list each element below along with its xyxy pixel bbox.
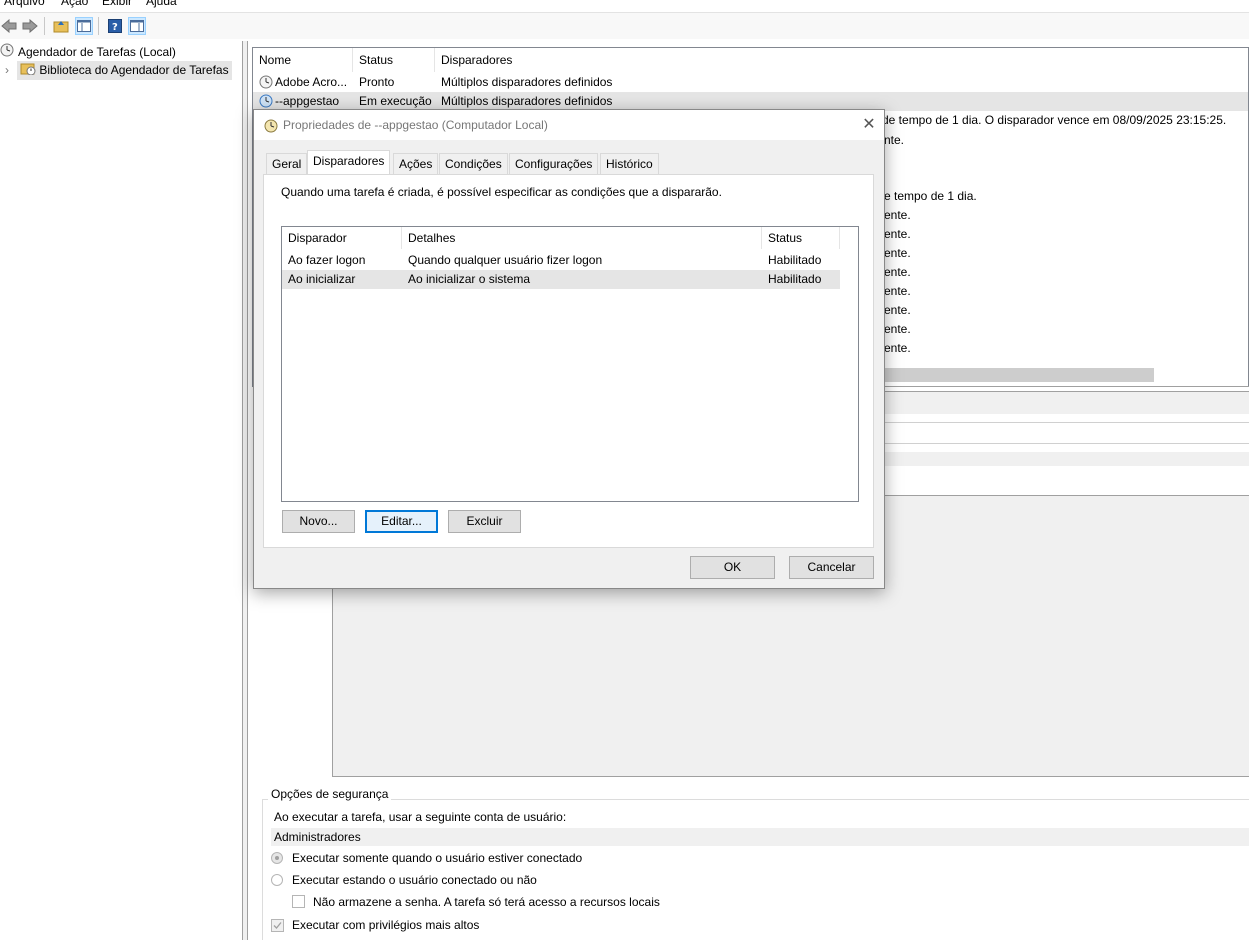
task-triggers: Múltiplos disparadores definidos bbox=[441, 75, 613, 89]
radio-logged-on[interactable] bbox=[271, 852, 283, 864]
trigger-status: Habilitado bbox=[768, 253, 822, 267]
bg-detail-line: ente. bbox=[884, 303, 911, 317]
tree-root-label: Agendador de Tarefas (Local) bbox=[18, 45, 176, 59]
menu-bar: Arquivo Ação Exibir Ajuda bbox=[0, 0, 1249, 8]
toolbar-separator bbox=[44, 17, 45, 35]
highest-privileges-label: Executar com privilégios mais altos bbox=[292, 918, 480, 932]
security-section-title: Opções de segurança bbox=[268, 785, 392, 803]
no-store-password-checkbox[interactable] bbox=[292, 895, 305, 908]
group-border bbox=[262, 799, 1249, 800]
forward-arrow-icon[interactable] bbox=[21, 17, 39, 35]
bg-detail-line: ente. bbox=[884, 322, 911, 336]
bg-detail-line: nte. bbox=[884, 133, 905, 147]
table-row[interactable]: Adobe Acro... Pronto Múltiplos disparado… bbox=[253, 73, 1248, 92]
column-header-details[interactable]: Detalhes bbox=[402, 227, 762, 249]
column-header-trigger[interactable]: Disparador bbox=[282, 227, 402, 249]
clock-icon bbox=[0, 43, 14, 62]
radio-any-label: Executar estando o usuário conectado ou … bbox=[292, 873, 537, 887]
menu-action[interactable]: Ação bbox=[61, 0, 88, 8]
tab-strip: Geral Disparadores Ações Condições Confi… bbox=[266, 150, 866, 175]
clock-icon bbox=[264, 119, 278, 136]
new-trigger-button[interactable]: Novo... bbox=[282, 510, 355, 533]
background-trigger-details: de tempo de 1 dia. O disparador vence em… bbox=[860, 113, 1249, 373]
trigger-status: Habilitado bbox=[768, 272, 822, 286]
task-name: Adobe Acro... bbox=[275, 75, 348, 89]
tab-general[interactable]: Geral bbox=[266, 153, 308, 174]
radio-logged-on-label: Executar somente quando o usuário estive… bbox=[292, 851, 583, 865]
tree-item-root[interactable]: Agendador de Tarefas (Local) bbox=[0, 43, 176, 61]
trigger-type: Ao fazer logon bbox=[288, 253, 366, 267]
tree-library-label: Biblioteca do Agendador de Tarefas bbox=[39, 63, 229, 77]
detail-field bbox=[884, 452, 1249, 466]
menu-file[interactable]: Arquivo bbox=[4, 0, 45, 8]
tab-conditions[interactable]: Condições bbox=[439, 153, 508, 174]
navigation-tree: Agendador de Tarefas (Local) › Bibliotec… bbox=[0, 41, 242, 940]
bg-detail-line: de tempo de 1 dia. O disparador vence em… bbox=[882, 113, 1227, 127]
delete-trigger-button[interactable]: Excluir bbox=[448, 510, 521, 533]
trigger-details: Ao inicializar o sistema bbox=[408, 272, 531, 286]
help-icon[interactable]: ? bbox=[106, 17, 124, 35]
bg-detail-line: ente. bbox=[884, 341, 911, 355]
account-label: Ao executar a tarefa, usar a seguinte co… bbox=[274, 810, 567, 824]
highest-privileges-checkbox[interactable] bbox=[271, 919, 284, 932]
bg-detail-line: ente. bbox=[884, 208, 911, 222]
tab-actions[interactable]: Ações bbox=[393, 153, 439, 174]
detail-field bbox=[884, 422, 1249, 444]
dialog-title: Propriedades de --appgestao (Computador … bbox=[283, 118, 548, 132]
show-action-pane-icon[interactable] bbox=[128, 17, 146, 35]
folder-up-icon[interactable] bbox=[52, 17, 70, 35]
task-status: Pronto bbox=[359, 75, 395, 89]
properties-dialog: Propriedades de --appgestao (Computador … bbox=[253, 109, 885, 589]
column-header-status[interactable]: Status bbox=[762, 227, 840, 249]
triggers-list: Disparador Detalhes Status Ao fazer logo… bbox=[281, 226, 859, 502]
chevron-right-icon[interactable]: › bbox=[0, 61, 14, 79]
table-row[interactable]: Ao inicializar Ao inicializar o sistema … bbox=[282, 270, 840, 289]
horizontal-scrollbar-thumb[interactable] bbox=[884, 368, 1154, 382]
trigger-type: Ao inicializar bbox=[288, 272, 356, 286]
menu-help[interactable]: Ajuda bbox=[146, 0, 177, 8]
bg-detail-line: ente. bbox=[884, 227, 911, 241]
triggers-tab-page: Quando uma tarefa é criada, é possível e… bbox=[263, 174, 874, 548]
divider bbox=[884, 386, 1249, 387]
radio-any[interactable] bbox=[271, 874, 283, 886]
tab-triggers[interactable]: Disparadores bbox=[307, 150, 391, 174]
security-options-group: Opções de segurança Ao executar a tarefa… bbox=[262, 785, 1249, 940]
bg-detail-line: ente. bbox=[884, 284, 911, 298]
triggers-description: Quando uma tarefa é criada, é possível e… bbox=[281, 185, 722, 199]
ok-button[interactable]: OK bbox=[690, 556, 775, 579]
column-header-status[interactable]: Status bbox=[353, 48, 435, 72]
tab-settings[interactable]: Configurações bbox=[509, 153, 599, 174]
column-header-triggers[interactable]: Disparadores bbox=[435, 48, 1245, 72]
no-store-password-label: Não armazene a senha. A tarefa só terá a… bbox=[313, 895, 660, 909]
toolbar-separator bbox=[98, 17, 99, 35]
tree-item-library[interactable]: › Biblioteca do Agendador de Tarefas bbox=[0, 61, 232, 81]
toolbar: ? bbox=[0, 12, 1249, 39]
table-row[interactable]: Ao fazer logon Quando qualquer usuário f… bbox=[282, 251, 840, 270]
bg-detail-line: ente. bbox=[884, 246, 911, 260]
cancel-button[interactable]: Cancelar bbox=[789, 556, 874, 579]
detail-tab-strip bbox=[884, 392, 1249, 414]
bg-detail-line: ente. bbox=[884, 265, 911, 279]
tab-history[interactable]: Histórico bbox=[600, 153, 659, 174]
group-border bbox=[262, 799, 263, 940]
svg-text:?: ? bbox=[112, 22, 118, 33]
show-hide-tree-icon[interactable] bbox=[75, 17, 93, 35]
column-header-name[interactable]: Nome bbox=[253, 48, 353, 72]
back-arrow-icon[interactable] bbox=[0, 17, 18, 35]
edit-trigger-button[interactable]: Editar... bbox=[365, 510, 438, 533]
folder-clock-icon bbox=[20, 61, 36, 80]
menu-view[interactable]: Exibir bbox=[102, 0, 132, 8]
dialog-title-bar[interactable]: Propriedades de --appgestao (Computador … bbox=[254, 110, 884, 140]
bg-detail-line: e tempo de 1 dia. bbox=[884, 189, 977, 203]
trigger-details: Quando qualquer usuário fizer logon bbox=[408, 253, 603, 267]
account-value: Administradores bbox=[271, 828, 1249, 846]
close-icon[interactable]: ✕ bbox=[857, 114, 881, 136]
